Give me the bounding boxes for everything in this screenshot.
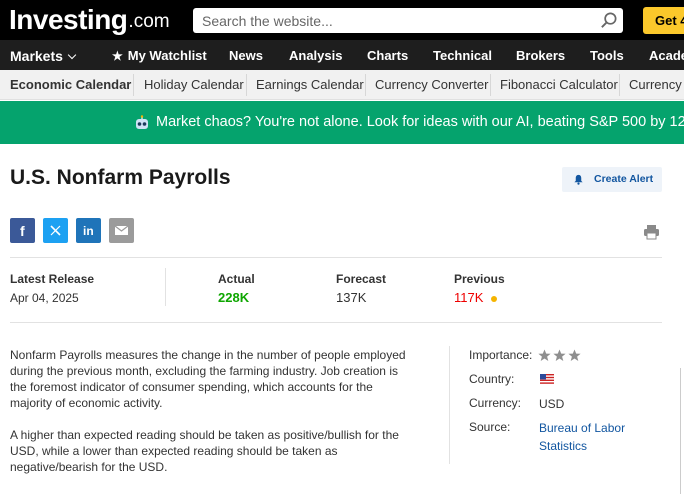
latest-release-label: Latest Release (10, 272, 95, 286)
subnav-earnings-calendar[interactable]: Earnings Calendar (256, 70, 364, 100)
logo-com-text: .com (128, 11, 170, 32)
bell-icon (574, 174, 583, 185)
scrollbar-edge[interactable] (680, 368, 684, 494)
description-paragraph-1: Nonfarm Payrolls measures the change in … (10, 348, 406, 410)
top-bar: Investing.com Get 4 (0, 0, 684, 40)
subnav-divider (246, 74, 247, 96)
forecast-label: Forecast (336, 272, 387, 286)
nav-technical[interactable]: Technical (433, 40, 492, 70)
star-icon: ★ (112, 49, 123, 63)
investing-logo[interactable]: Investing.com (9, 4, 170, 36)
subnav-currency-volatility[interactable]: Currency V (629, 70, 684, 100)
x-icon[interactable] (43, 218, 68, 243)
main-nav: Markets ★ My Watchlist News Analysis Char… (0, 40, 684, 70)
importance-label: Importance: (469, 348, 533, 362)
actual-label: Actual (218, 272, 255, 286)
currency-value: USD (539, 397, 565, 411)
us-flag-icon (540, 374, 554, 384)
subnav-holiday-calendar[interactable]: Holiday Calendar (144, 70, 244, 100)
linkedin-icon[interactable]: in (76, 218, 101, 243)
nav-brokers[interactable]: Brokers (516, 40, 565, 70)
nav-my-watchlist[interactable]: ★ My Watchlist (112, 40, 207, 70)
nav-markets[interactable]: Markets (10, 40, 77, 70)
search-input[interactable] (193, 8, 583, 33)
email-icon[interactable] (109, 218, 134, 243)
country-label: Country: (469, 372, 515, 386)
nav-markets-label: Markets (10, 48, 63, 64)
nav-watchlist-label: My Watchlist (127, 48, 207, 63)
subnav-divider (365, 74, 366, 96)
description-paragraph-2: A higher than expected reading should be… (10, 428, 399, 474)
get-offer-button[interactable]: Get 4 (643, 7, 684, 34)
sub-nav: Economic Calendar Holiday Calendar Earni… (0, 70, 684, 100)
subnav-divider (619, 74, 620, 96)
page-title: U.S. Nonfarm Payrolls (10, 166, 231, 189)
svg-text:in: in (83, 224, 94, 238)
nav-analysis[interactable]: Analysis (289, 40, 342, 70)
source-label: Source: (469, 420, 511, 434)
create-alert-label: Create Alert (594, 173, 654, 185)
divider (10, 322, 662, 323)
actual-value: 228K (218, 290, 250, 305)
logo-main-text: Investing (9, 4, 128, 35)
subnav-divider (490, 74, 491, 96)
source-link-line-1: Bureau of Labor (539, 421, 626, 435)
nav-academy[interactable]: Acade (649, 40, 684, 70)
forecast-value: 137K (336, 290, 367, 305)
release-date: Apr 04, 2025 (10, 291, 79, 305)
currency-label: Currency: (469, 396, 522, 410)
divider (10, 257, 662, 258)
facebook-icon[interactable]: f (10, 218, 35, 243)
revision-dot-icon (491, 296, 497, 302)
nav-news[interactable]: News (229, 40, 263, 70)
chevron-down-icon (67, 50, 77, 60)
info-divider (449, 346, 450, 464)
search-box (193, 8, 623, 33)
source-link[interactable]: Bureau of Labor Statistics (539, 419, 625, 455)
svg-text:f: f (20, 223, 25, 239)
search-icon[interactable] (599, 11, 618, 30)
robot-face-icon (136, 115, 148, 129)
create-alert-button[interactable]: Create Alert (562, 167, 662, 192)
release-divider (165, 268, 166, 306)
importance-star-icon (568, 349, 581, 361)
previous-value: 117K (454, 290, 484, 305)
nav-tools[interactable]: Tools (590, 40, 624, 70)
promo-banner[interactable]: Market chaos? You're not alone. Look for… (0, 101, 684, 144)
promo-banner-text: Market chaos? You're not alone. Look for… (156, 114, 684, 130)
source-link-line-2: Statistics (539, 439, 588, 453)
subnav-currency-converter[interactable]: Currency Converter (375, 70, 488, 100)
subnav-economic-calendar[interactable]: Economic Calendar (10, 70, 131, 100)
importance-star-icon (538, 349, 551, 361)
nav-charts[interactable]: Charts (367, 40, 408, 70)
previous-label: Previous (454, 272, 505, 286)
subnav-fibonacci-calculator[interactable]: Fibonacci Calculator (500, 70, 618, 100)
subnav-divider (133, 74, 134, 96)
importance-star-icon (553, 349, 566, 361)
print-icon[interactable] (643, 224, 660, 240)
